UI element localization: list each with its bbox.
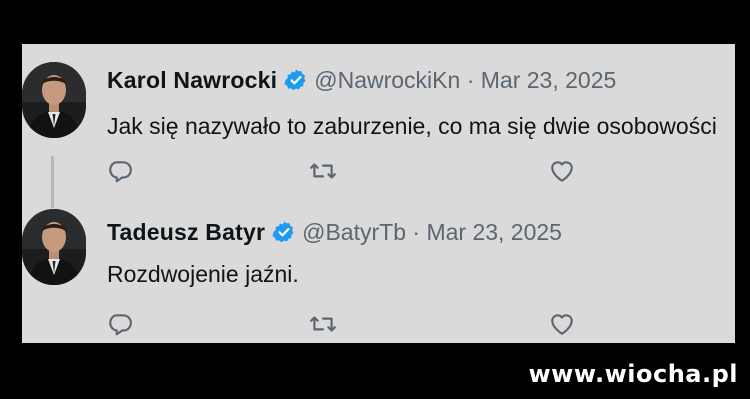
thread-line bbox=[51, 156, 54, 208]
verified-badge-icon bbox=[272, 220, 296, 250]
author-name[interactable]: Karol Nawrocki bbox=[107, 67, 277, 93]
reply-button[interactable] bbox=[105, 309, 135, 339]
reply-button[interactable] bbox=[105, 156, 135, 186]
tweet-header: Tadeusz Batyr @BatyrTb · Mar 23, 2025 bbox=[107, 218, 562, 250]
separator: · bbox=[412, 219, 421, 245]
tweet-date[interactable]: Mar 23, 2025 bbox=[426, 219, 562, 245]
retweet-button[interactable] bbox=[308, 309, 338, 339]
reply-icon bbox=[109, 314, 132, 336]
like-button[interactable] bbox=[547, 309, 577, 339]
retweet-icon bbox=[310, 163, 336, 179]
watermark: www.wiocha.pl bbox=[528, 360, 738, 388]
tweet-date[interactable]: Mar 23, 2025 bbox=[481, 67, 617, 93]
tweet-thread: Karol Nawrocki @NawrockiKn · Mar 23, 2025… bbox=[22, 44, 735, 343]
retweet-icon bbox=[310, 316, 336, 332]
like-icon bbox=[551, 161, 573, 182]
author-handle[interactable]: @BatyrTb bbox=[302, 219, 406, 245]
separator: · bbox=[466, 67, 475, 93]
retweet-button[interactable] bbox=[308, 156, 338, 186]
author-name[interactable]: Tadeusz Batyr bbox=[107, 219, 265, 245]
tweet-header: Karol Nawrocki @NawrockiKn · Mar 23, 2025 bbox=[107, 66, 616, 98]
tweet-text: Rozdwojenie jaźni. bbox=[107, 261, 299, 287]
author-handle[interactable]: @NawrockiKn bbox=[314, 67, 460, 93]
like-button[interactable] bbox=[547, 156, 577, 186]
avatar[interactable] bbox=[22, 209, 86, 285]
tweet-text: Jak się nazywało to zaburzenie, co ma si… bbox=[107, 113, 717, 139]
reply-icon bbox=[109, 161, 132, 183]
verified-badge-icon bbox=[284, 68, 308, 98]
avatar[interactable] bbox=[22, 62, 86, 138]
like-icon bbox=[551, 314, 573, 335]
